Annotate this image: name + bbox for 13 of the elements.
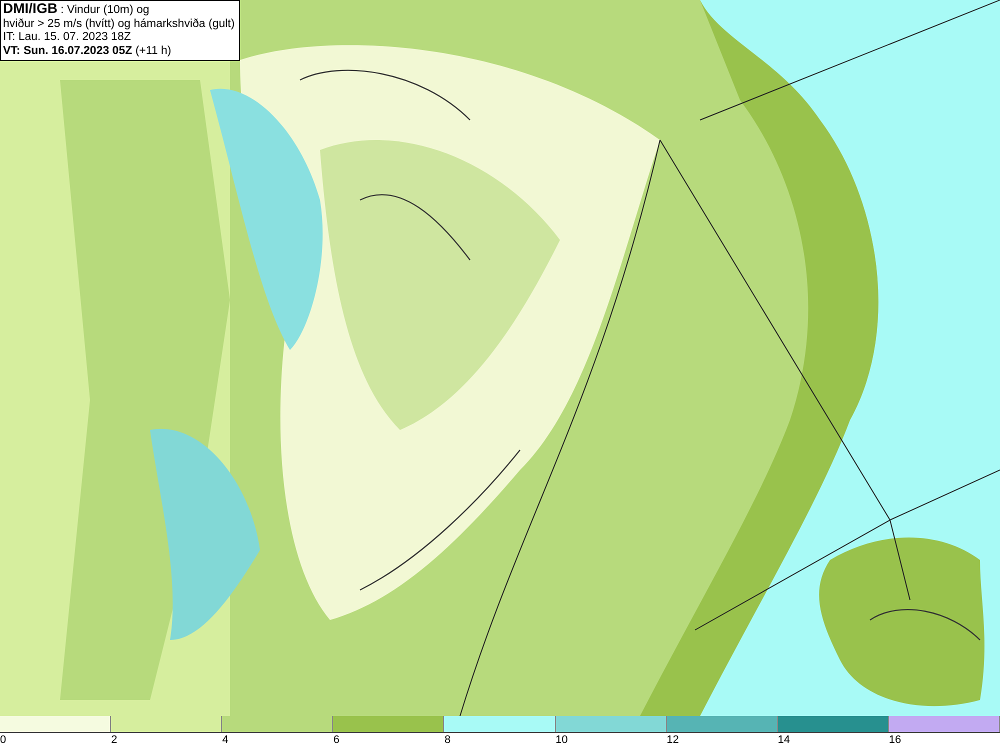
legend-tick-label: 10 (556, 733, 568, 747)
legend-tick-label: 14 (778, 733, 790, 747)
map-title-text: IT: Lau. 15. 07. 2023 18Z (3, 31, 132, 44)
legend-tick-label: 6 (333, 733, 340, 747)
legend-tick-label: 4 (222, 733, 228, 747)
legend-tick-label: 2 (111, 733, 118, 747)
map-title-text: hviður > 25 m/s (hvítt) og hámarkshviða (gult) (3, 18, 235, 31)
map-title-text: VT: Sun. 16.07.2023 05Z (+11 h) (3, 44, 172, 58)
legend-tick-label: 16 (888, 733, 902, 747)
legend-tick-label: 8 (444, 733, 451, 747)
legend-tick-label: 0 (0, 733, 6, 747)
legend-tick-label: 12 (666, 733, 679, 747)
map-title-text: DMI/IGB : Vindur (10m) og (3, 2, 150, 18)
